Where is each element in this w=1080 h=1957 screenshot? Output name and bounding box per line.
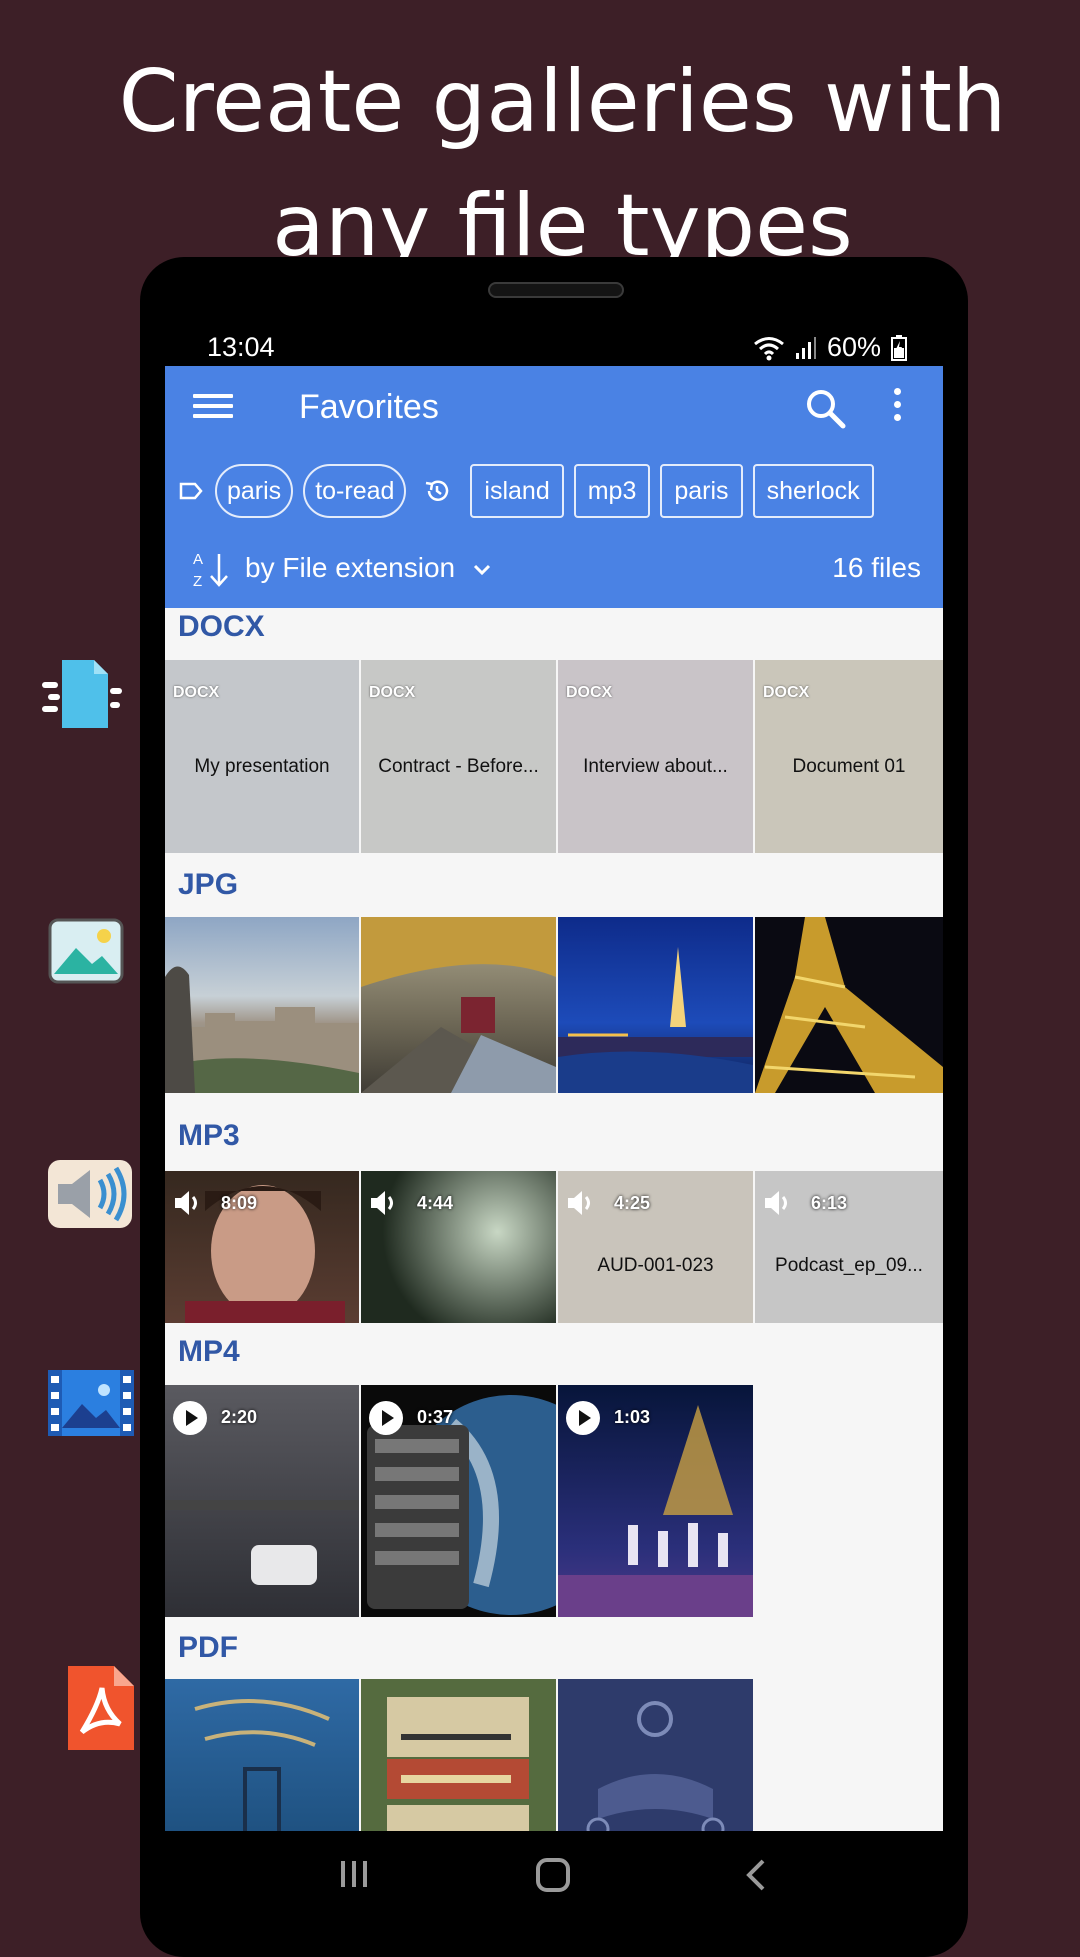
audio-tile[interactable]: 4:25 AUD-001-023: [558, 1171, 753, 1323]
pdf-tile-tom-sawyer[interactable]: [558, 1679, 753, 1831]
docx-tile[interactable]: DOCX Document 01: [755, 660, 943, 853]
document-icon: [42, 660, 122, 728]
battery-percent: 60%: [826, 332, 881, 362]
chevron-down-icon: [473, 564, 490, 576]
section-title-mp4: MP4: [178, 1335, 240, 1368]
back-icon[interactable]: [743, 1857, 769, 1893]
recent-chip-island[interactable]: island: [470, 464, 564, 518]
image-icon: [48, 918, 124, 984]
docx-tile[interactable]: DOCX My presentation: [165, 660, 359, 853]
chip-row: paris to-read island mp3 paris sherlock: [179, 463, 884, 519]
search-icon[interactable]: [803, 386, 847, 430]
docx-tile[interactable]: DOCX Interview about...: [558, 660, 753, 853]
file-count: 16 files: [832, 552, 921, 583]
more-options-button[interactable]: [891, 388, 903, 432]
speaker-icon: [175, 1191, 197, 1215]
section-title-pdf: PDF: [165, 1617, 753, 1679]
photo-tile-paris-rooftops[interactable]: [165, 917, 359, 1093]
signal-icon: [795, 336, 816, 359]
sort-dropdown[interactable]: by File extension: [245, 552, 493, 584]
play-icon: [369, 1401, 403, 1435]
audio-tile[interactable]: 8:09: [165, 1171, 359, 1323]
section-title-jpg: JPG: [178, 868, 239, 901]
phone-speaker: [488, 282, 624, 298]
app-screen: 13:04 60% Favorites paris to-read island…: [165, 324, 943, 1831]
speaker-icon: [568, 1191, 590, 1215]
navigation-bar: [165, 1831, 943, 1920]
recent-chip-paris[interactable]: paris: [660, 464, 743, 518]
jpg-grid: [165, 917, 943, 1093]
app-bar: Favorites paris to-read island mp3 paris…: [165, 366, 943, 608]
video-tile[interactable]: 2:20: [165, 1385, 359, 1617]
mp3-grid: 8:09 4:44 4:25 AUD-001-023 6:13 Podcast_…: [165, 1171, 943, 1323]
photo-tile-train-station[interactable]: [361, 917, 556, 1093]
audio-tile[interactable]: 6:13 Podcast_ep_09...: [755, 1171, 943, 1323]
video-icon: [48, 1370, 134, 1436]
sort-icon[interactable]: A Z: [191, 548, 235, 592]
recent-apps-icon[interactable]: [337, 1857, 371, 1891]
speaker-icon: [765, 1191, 787, 1215]
recent-chip-sherlock[interactable]: sherlock: [752, 464, 874, 518]
status-bar: 13:04 60%: [165, 324, 943, 366]
tag-icon: [179, 482, 203, 500]
status-time: 13:04: [207, 332, 275, 362]
mp4-grid: 2:20 0:37 1:03: [165, 1385, 943, 1617]
photo-tile-eiffel-closeup[interactable]: [755, 917, 943, 1093]
section-title-docx: DOCX: [178, 610, 265, 643]
home-icon[interactable]: [535, 1857, 571, 1893]
tag-chip-paris[interactable]: paris: [215, 464, 294, 518]
play-icon: [566, 1401, 600, 1435]
svg-text:A: A: [193, 551, 203, 568]
video-tile[interactable]: 0:37: [361, 1385, 556, 1617]
sort-label: by File extension: [245, 552, 456, 583]
video-tile[interactable]: 1:03: [558, 1385, 753, 1617]
battery-charging-icon: [891, 334, 907, 361]
gallery: DOCX DOCX My presentation DOCX Contract …: [165, 608, 943, 1831]
headline-line1: Create galleries with: [118, 52, 1007, 152]
sort-bar: A Z by File extension 16 files: [191, 548, 921, 592]
tag-chip-to-read[interactable]: to-read: [303, 464, 407, 518]
photo-tile-eiffel-night[interactable]: [558, 917, 753, 1093]
pdf-tile-sherlock-holmes[interactable]: [165, 1679, 359, 1831]
pdf-icon: [68, 1666, 134, 1750]
section-title-mp3: MP3: [178, 1119, 240, 1152]
recent-chip-mp3[interactable]: mp3: [573, 464, 651, 518]
page-title: Favorites: [299, 388, 439, 426]
history-icon: [424, 478, 450, 504]
pdf-tile-call-of-the-wild[interactable]: [361, 1679, 556, 1831]
audio-tile[interactable]: 4:44: [361, 1171, 556, 1323]
svg-text:Z: Z: [193, 573, 202, 590]
headline: Create galleries with any file types: [0, 40, 1080, 288]
speaker-icon: [371, 1191, 393, 1215]
docx-tile[interactable]: DOCX Contract - Before...: [361, 660, 556, 853]
docx-grid: DOCX My presentation DOCX Contract - Bef…: [165, 660, 943, 853]
menu-button[interactable]: [193, 388, 233, 428]
audio-icon: [48, 1160, 132, 1228]
play-icon: [173, 1401, 207, 1435]
pdf-grid: [165, 1679, 943, 1831]
wifi-icon: [754, 336, 784, 360]
